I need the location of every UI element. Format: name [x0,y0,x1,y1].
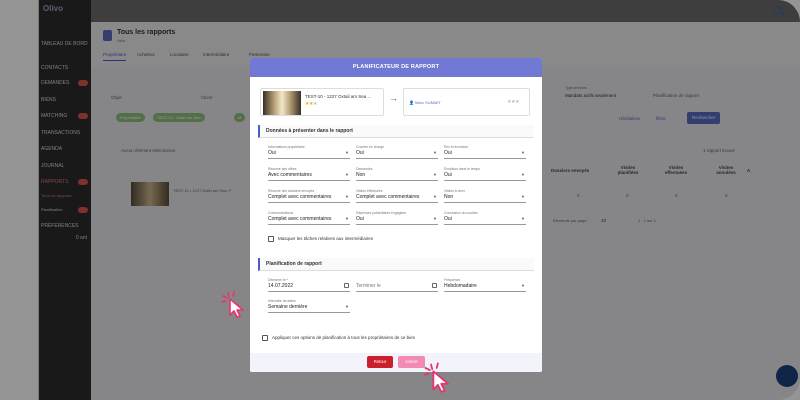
field-value: 14.07.2022 [268,283,294,289]
caret-down-icon: ▼ [433,172,437,177]
field-value: Non [356,172,366,178]
select-evolution-temps[interactable]: Évolution dans le temps Oui ▼ [444,167,526,185]
field-label: Visites effectuées [356,189,383,193]
caret-down-icon: ▼ [521,283,525,288]
dialog-body: TEST-10 - 1227 Oxtail am Sea ... ★★★ → 👤… [250,77,542,353]
field-value: Avec commentaires [268,172,312,178]
select-visites-effectuees[interactable]: Visites effectuées Complet avec commentai… [356,189,438,207]
recipient-rating-stars: ★★★ [507,99,519,105]
field-label: Prix et évolution [444,145,469,149]
apply-all-owners-label: Appliquer ces options de planification à… [272,335,416,340]
field-value: Semaine dernière [268,304,308,310]
dialog-footer: Retour Activer [250,353,542,372]
field-value: Oui [356,150,364,156]
select-informations-proprietaire[interactable]: Informations propriétaire Oui ▼ [268,145,350,163]
interval-select[interactable]: Intervalle de dates Semaine dernière ▼ [268,299,350,317]
field-value: Oui [444,172,452,178]
caret-down-icon: ▼ [521,194,525,199]
recipient-card: 👤 Marc SUMMIT ★★★ [403,88,530,116]
field-value: Non [444,194,454,200]
property-card: TEST-10 - 1227 Oxtail am Sea ... ★★★ [260,88,384,116]
data-section: Données à présenter dans le rapport Info… [258,125,534,257]
field-value: Oui [356,216,364,222]
tap-cursor-icon [221,291,244,318]
select-conclusion-courtier[interactable]: Conclusion du courtier Oui ▼ [444,211,526,229]
caret-down-icon: ▼ [345,172,349,177]
field-label: Conclusion du courtier [444,211,478,215]
field-label: Résumé des offres [268,167,297,171]
caret-down-icon: ▼ [345,150,349,155]
start-date-input[interactable]: Démarrer le * 14.07.2022 [268,278,350,296]
select-demandes[interactable]: Demandes Non ▼ [356,167,438,185]
field-placeholder: Terminer le [356,283,381,289]
field-label: Visites à venir [444,189,466,193]
field-label: Courtier en charge [356,145,385,149]
tap-cursor-icon [423,362,449,393]
field-value: Oui [268,150,276,156]
caret-down-icon: ▼ [521,172,525,177]
caret-down-icon: ▼ [521,150,525,155]
caret-down-icon: ▼ [345,216,349,221]
caret-down-icon: ▼ [345,194,349,199]
caret-down-icon: ▼ [433,194,437,199]
property-rating-stars: ★★★ [305,101,317,107]
select-communications[interactable]: Communications Complet avec commentaires ▼ [268,211,350,229]
activate-button[interactable]: Activer [398,356,425,368]
field-value: Complet avec commentaires [356,194,420,200]
select-courtier[interactable]: Courtier en charge Oui ▼ [356,145,438,163]
back-button[interactable]: Retour [367,356,393,368]
calendar-icon[interactable] [344,283,349,288]
field-label: Fréquence [444,278,461,282]
end-date-input[interactable]: Terminer le [356,278,438,296]
frequency-select[interactable]: Fréquence Hebdomadaire ▼ [444,278,526,296]
caret-down-icon: ▼ [521,216,525,221]
hide-intermediaries-checkbox[interactable] [268,236,274,242]
select-prix-evolution[interactable]: Prix et évolution Oui ▼ [444,145,526,163]
hide-intermediaries-label: Masquer les tâches relatives aux intermé… [278,236,374,241]
select-depenses-publicitaires[interactable]: Dépenses publicitaires engagées Oui ▼ [356,211,438,229]
field-value: Complet avec commentaires [268,216,332,222]
select-visites-a-venir[interactable]: Visites à venir Non ▼ [444,189,526,207]
field-label: Intervalle de dates [268,299,296,303]
field-value: Oui [444,150,452,156]
recipient-label: Marc SUMMIT [415,100,441,105]
dialog-title: PLANIFICATEUR DE RAPPORT [250,58,542,77]
property-name: TEST-10 - 1227 Oxtail am Sea ... [305,94,372,99]
report-planner-dialog: PLANIFICATEUR DE RAPPORT TEST-10 - 1227 … [250,58,542,372]
caret-down-icon: ▼ [433,216,437,221]
field-value: Oui [444,216,452,222]
section-title: Planification de rapport [258,258,534,271]
field-value: Hebdomadaire [444,283,477,289]
field-label: Démarrer le * [268,278,289,282]
field-label: Informations propriétaire [268,145,305,149]
field-value: Complet avec commentaires [268,194,332,200]
field-label: Communications [268,211,294,215]
field-label: Résumé des dossiers envoyés [268,189,315,193]
section-title: Données à présenter dans le rapport [258,125,534,138]
caret-down-icon: ▼ [433,150,437,155]
select-dossiers-envoyes[interactable]: Résumé des dossiers envoyés Complet avec … [268,189,350,207]
select-resume-offres[interactable]: Résumé des offres Avec commentaires ▼ [268,167,350,185]
caret-down-icon: ▼ [345,304,349,309]
property-image [263,91,301,115]
recipient-name: 👤 Marc SUMMIT [409,100,441,105]
calendar-icon[interactable] [432,283,437,288]
arrow-right-icon: → [389,93,398,103]
field-label: Dépenses publicitaires engagées [356,211,406,215]
apply-all-owners-checkbox[interactable] [262,335,268,341]
field-label: Demandes [356,167,373,171]
field-label: Évolution dans le temps [444,167,480,171]
schedule-section: Planification de rapport Démarrer le * 14… [258,258,534,320]
